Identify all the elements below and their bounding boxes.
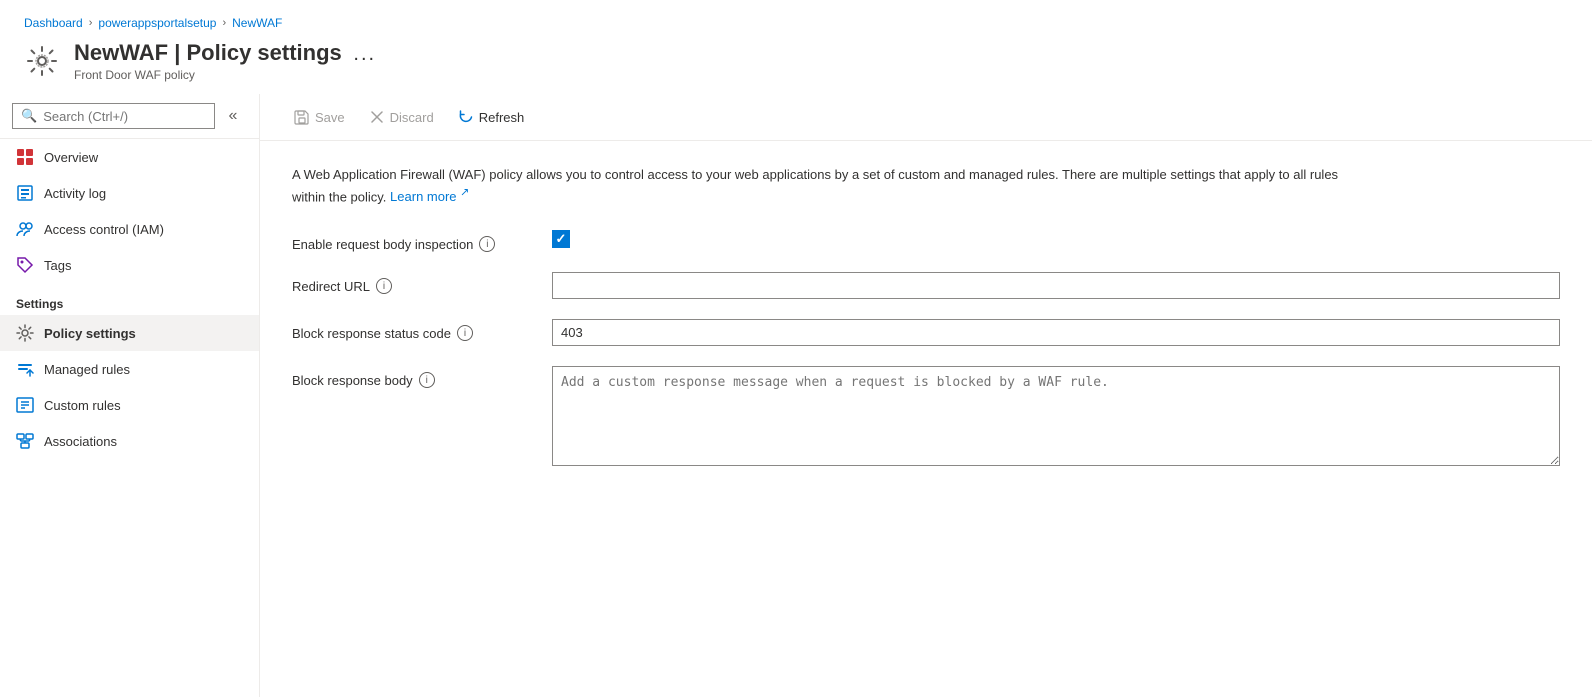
custom-rules-label: Custom rules	[44, 398, 121, 413]
status-code-control	[552, 319, 1560, 346]
search-input[interactable]	[43, 109, 206, 124]
sidebar-item-policy-settings[interactable]: Policy settings	[0, 315, 259, 351]
iam-icon	[16, 220, 34, 238]
page-wrapper: Dashboard › powerappsportalsetup › NewWA…	[0, 0, 1592, 697]
associations-icon	[16, 432, 34, 450]
page-title: NewWAF | Policy settings	[74, 40, 342, 65]
settings-section-label: Settings	[0, 283, 259, 315]
status-code-label: Block response status code i	[292, 319, 552, 341]
response-body-control	[552, 366, 1560, 469]
ellipsis-button[interactable]: ...	[353, 43, 376, 66]
checkbox-control	[552, 230, 1560, 248]
redirect-url-info-icon[interactable]: i	[376, 278, 392, 294]
main-layout: 🔍 « Overview Activity log	[0, 94, 1592, 697]
response-body-info-icon[interactable]: i	[419, 372, 435, 388]
policy-settings-icon	[16, 324, 34, 342]
managed-rules-icon	[16, 360, 34, 378]
breadcrumb-portalsetup[interactable]: powerappsportalsetup	[98, 16, 216, 30]
toolbar: Save Discard Refresh	[260, 94, 1592, 141]
sidebar-item-activity-log[interactable]: Activity log	[0, 175, 259, 211]
form-row-checkbox: Enable request body inspection i	[292, 230, 1560, 252]
tags-label: Tags	[44, 258, 71, 273]
sidebar-item-custom-rules[interactable]: Custom rules	[0, 387, 259, 423]
learn-more-link[interactable]: Learn more ↗	[390, 189, 469, 204]
sidebar-item-managed-rules[interactable]: Managed rules	[0, 351, 259, 387]
status-code-info-icon[interactable]: i	[457, 325, 473, 341]
sidebar-item-overview[interactable]: Overview	[0, 139, 259, 175]
save-label: Save	[315, 110, 345, 125]
refresh-button[interactable]: Refresh	[448, 104, 535, 130]
redirect-url-label: Redirect URL i	[292, 272, 552, 294]
overview-label: Overview	[44, 150, 98, 165]
save-button[interactable]: Save	[284, 104, 355, 130]
response-body-textarea[interactable]	[552, 366, 1560, 466]
breadcrumb-newwaf[interactable]: NewWAF	[232, 16, 282, 30]
description-text: A Web Application Firewall (WAF) policy …	[292, 165, 1372, 206]
content-area: Save Discard Refresh A Web Application F…	[260, 94, 1592, 697]
policy-settings-label: Policy settings	[44, 326, 136, 341]
sidebar-item-iam[interactable]: Access control (IAM)	[0, 211, 259, 247]
breadcrumb-sep1: ›	[89, 17, 93, 29]
iam-label: Access control (IAM)	[44, 222, 164, 237]
sidebar-item-tags[interactable]: Tags	[0, 247, 259, 283]
checkbox-label: Enable request body inspection i	[292, 230, 552, 252]
search-icon: 🔍	[21, 108, 37, 124]
title-row: NewWAF | Policy settings ... Front Door …	[24, 40, 1568, 82]
activity-log-icon	[16, 184, 34, 202]
sidebar-item-associations[interactable]: Associations	[0, 423, 259, 459]
breadcrumb-dashboard[interactable]: Dashboard	[24, 16, 83, 30]
checkbox-info-icon[interactable]: i	[479, 236, 495, 252]
search-row: 🔍 «	[0, 94, 259, 139]
gear-icon	[24, 43, 60, 79]
form-row-redirect-url: Redirect URL i	[292, 272, 1560, 299]
discard-button[interactable]: Discard	[359, 104, 444, 130]
form-row-status-code: Block response status code i	[292, 319, 1560, 346]
request-body-checkbox[interactable]	[552, 230, 570, 248]
external-link-icon: ↗	[460, 187, 469, 199]
response-body-label: Block response body i	[292, 366, 552, 388]
tags-icon	[16, 256, 34, 274]
breadcrumb: Dashboard › powerappsportalsetup › NewWA…	[24, 16, 1568, 30]
title-text: NewWAF | Policy settings ... Front Door …	[74, 40, 376, 82]
associations-label: Associations	[44, 434, 117, 449]
collapse-button[interactable]: «	[219, 102, 247, 130]
refresh-label: Refresh	[479, 110, 525, 125]
status-code-input[interactable]	[552, 319, 1560, 346]
discard-label: Discard	[390, 110, 434, 125]
activity-log-label: Activity log	[44, 186, 106, 201]
custom-rules-icon	[16, 396, 34, 414]
form-area: A Web Application Firewall (WAF) policy …	[260, 141, 1592, 697]
overview-icon	[16, 148, 34, 166]
sidebar: 🔍 « Overview Activity log	[0, 94, 260, 697]
redirect-url-control	[552, 272, 1560, 299]
managed-rules-label: Managed rules	[44, 362, 130, 377]
redirect-url-input[interactable]	[552, 272, 1560, 299]
form-row-response-body: Block response body i	[292, 366, 1560, 469]
header: Dashboard › powerappsportalsetup › NewWA…	[0, 0, 1592, 82]
search-input-wrap[interactable]: 🔍	[12, 103, 215, 129]
breadcrumb-sep2: ›	[222, 17, 226, 29]
page-subtitle: Front Door WAF policy	[74, 68, 376, 82]
